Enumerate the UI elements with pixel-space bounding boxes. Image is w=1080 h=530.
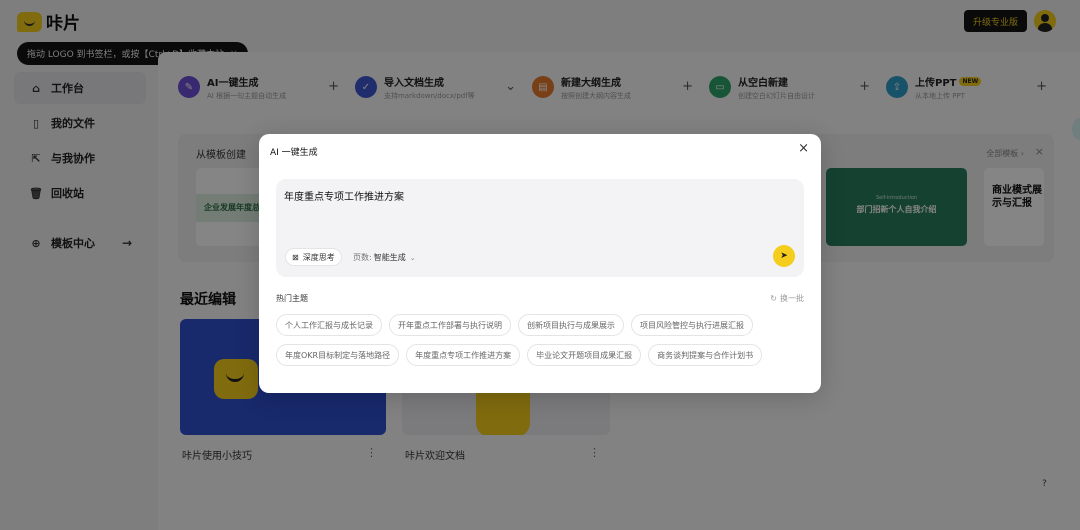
- topic-chip[interactable]: 年度OKR目标制定与落地路径: [276, 344, 400, 366]
- chip-row: 个人工作汇报与成长记录 开年重点工作部署与执行说明 创新项目执行与成果展示 项目…: [276, 314, 806, 336]
- prompt-input[interactable]: 年度重点专项工作推进方案: [284, 188, 754, 228]
- deep-think-button[interactable]: ⊠ 深度思考: [285, 248, 342, 266]
- deep-think-icon: ⊠: [292, 252, 299, 262]
- topic-chip[interactable]: 创新项目执行与成果展示: [518, 314, 624, 336]
- prompt-box: 年度重点专项工作推进方案 ⊠ 深度思考 页数: 智能生成 ⌄ ➤: [276, 179, 804, 277]
- refresh-button[interactable]: ↻ 换一批: [770, 293, 804, 304]
- topic-chip[interactable]: 毕业论文开题项目成果汇报: [527, 344, 642, 366]
- chevron-down-icon: ⌄: [409, 253, 416, 262]
- close-icon[interactable]: ×: [798, 141, 809, 156]
- refresh-label: 换一批: [780, 294, 804, 303]
- deep-think-label: 深度思考: [302, 252, 335, 262]
- topic-chip[interactable]: 开年重点工作部署与执行说明: [389, 314, 511, 336]
- pages-label: 页数:: [353, 253, 372, 262]
- dialog-title: AI 一键生成: [270, 148, 318, 158]
- pages-value: 智能生成: [373, 253, 406, 262]
- topic-chip[interactable]: 个人工作汇报与成长记录: [276, 314, 382, 336]
- topic-chip[interactable]: 商务谈判提案与合作计划书: [648, 344, 763, 366]
- pages-select[interactable]: 页数: 智能生成 ⌄: [353, 252, 416, 263]
- ai-generate-dialog: AI 一键生成 × 年度重点专项工作推进方案 ⊠ 深度思考 页数: 智能生成 ⌄…: [259, 134, 821, 393]
- topic-chip[interactable]: 项目风险管控与执行进展汇报: [631, 314, 753, 336]
- hot-topics-title: 热门主题: [276, 294, 308, 303]
- send-button[interactable]: ➤: [773, 245, 795, 267]
- topic-chip[interactable]: 年度重点专项工作推进方案: [406, 344, 521, 366]
- refresh-icon: ↻: [770, 294, 777, 303]
- hot-topic-chips: 个人工作汇报与成长记录 开年重点工作部署与执行说明 创新项目执行与成果展示 项目…: [276, 314, 806, 374]
- chip-row: 年度OKR目标制定与落地路径 年度重点专项工作推进方案 毕业论文开题项目成果汇报…: [276, 344, 806, 366]
